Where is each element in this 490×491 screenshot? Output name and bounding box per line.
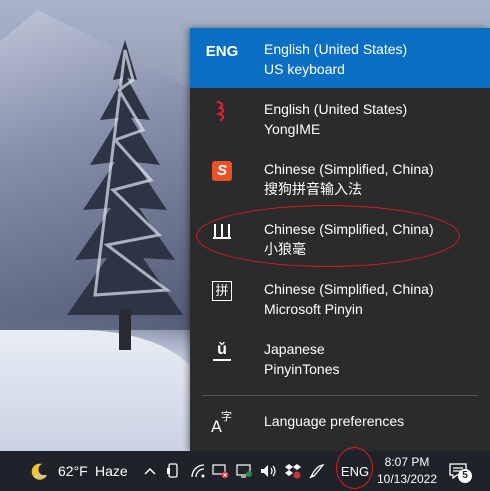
pine-tree-image	[67, 40, 183, 350]
language-preferences-link[interactable]: A 字 Language preferences	[190, 396, 490, 451]
input-language-flyout: ENG English (United States) US keyboard …	[190, 28, 490, 451]
keyboard-name: Microsoft Pinyin	[264, 301, 363, 317]
language-item-english-us-keyboard[interactable]: ENG English (United States) US keyboard	[190, 28, 490, 88]
show-hidden-icons-chevron-icon[interactable]	[140, 451, 160, 491]
notification-count-badge: 5	[458, 469, 472, 483]
yongime-icon	[204, 99, 240, 123]
keyboard-name: YongIME	[264, 121, 321, 137]
dropbox-icon[interactable]	[283, 451, 303, 491]
language-item-chinese-sogou[interactable]: S Chinese (Simplified, China) 搜狗拼音输入法	[190, 148, 490, 208]
volume-icon[interactable]	[258, 451, 280, 491]
language-title: Chinese (Simplified, China)	[264, 221, 434, 237]
language-preferences-icon: A 字	[211, 409, 232, 434]
clock-date: 10/13/2022	[376, 472, 438, 486]
pen-workspace-icon[interactable]	[306, 451, 328, 491]
keyboard-name: PinyinTones	[264, 361, 340, 377]
keyboard-name: 小狼毫	[264, 241, 306, 257]
language-item-japanese-pinyintones[interactable]: ǔ Japanese PinyinTones	[190, 328, 490, 388]
pinyintones-icon: ǔ	[204, 339, 240, 363]
language-item-chinese-xiaolanghao[interactable]: Chinese (Simplified, China) 小狼毫	[190, 208, 490, 268]
language-preferences-label: Language preferences	[264, 413, 405, 429]
xiaolanghao-icon	[204, 219, 240, 243]
disconnected-network-icon[interactable]	[210, 451, 230, 491]
language-title: English (United States)	[264, 41, 408, 57]
microsoft-pinyin-icon: 拼	[204, 279, 240, 303]
weather-moon-icon[interactable]	[28, 451, 52, 491]
weather-temperature[interactable]: 62°F	[58, 451, 92, 491]
network-icon[interactable]	[188, 451, 208, 491]
input-language-indicator[interactable]: ENG	[338, 451, 372, 491]
language-item-chinese-microsoft-pinyin[interactable]: 拼 Chinese (Simplified, China) Microsoft …	[190, 268, 490, 328]
language-item-english-yongime[interactable]: English (United States) YongIME	[190, 88, 490, 148]
eng-text-icon: ENG	[205, 42, 239, 60]
keyboard-name: 搜狗拼音输入法	[264, 181, 362, 197]
display-icon[interactable]	[234, 451, 254, 491]
language-title: Japanese	[264, 341, 325, 357]
taskbar: 62°F Haze ENG 8:07 PM 10/13/2022	[0, 451, 490, 491]
language-title: Chinese (Simplified, China)	[264, 281, 434, 297]
clock-time: 8:07 PM	[384, 455, 430, 469]
svg-text:字: 字	[221, 409, 232, 423]
language-title: Chinese (Simplified, China)	[264, 161, 434, 177]
weather-description[interactable]: Haze	[95, 451, 129, 491]
sogou-icon: S	[204, 159, 240, 183]
phone-link-icon[interactable]	[163, 451, 183, 491]
language-title: English (United States)	[264, 101, 408, 117]
keyboard-name: US keyboard	[264, 61, 345, 77]
clock[interactable]: 8:07 PM 10/13/2022	[376, 454, 438, 488]
